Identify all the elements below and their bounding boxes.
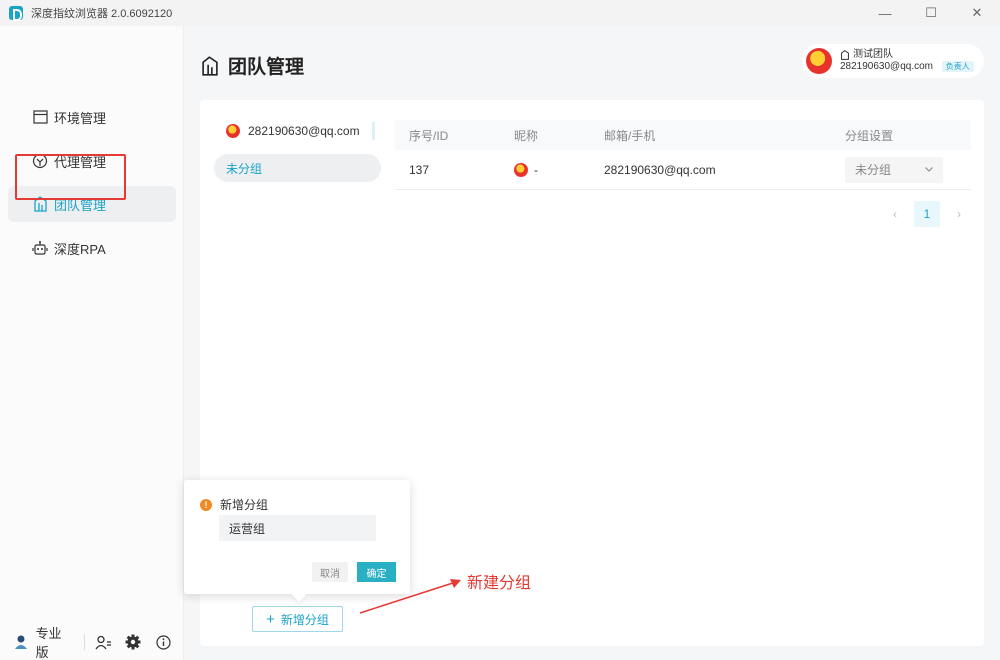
gear-icon[interactable] — [125, 633, 143, 651]
user-avatar-icon — [12, 633, 30, 651]
owner-email: 282190630@qq.com — [248, 124, 360, 138]
page-number-button[interactable]: 1 — [914, 201, 940, 227]
group-select-value: 未分组 — [855, 163, 892, 177]
team-name-row: 测试团队 — [840, 49, 974, 61]
column-header-group: 分组设置 — [845, 128, 894, 143]
sidebar-item-environment[interactable]: 环境管理 — [8, 99, 176, 135]
info-icon[interactable] — [154, 633, 172, 651]
cancel-button[interactable]: 取消 — [312, 562, 348, 582]
group-select[interactable]: 未分组 — [845, 156, 943, 183]
add-group-label: 新增分组 — [280, 612, 329, 627]
group-owner: 282190630@qq.com — [226, 122, 375, 140]
next-page-button[interactable]: › — [946, 201, 972, 227]
role-badge: 负责人 — [941, 61, 974, 72]
chevron-down-icon — [925, 167, 933, 172]
sidebar-item-label: 深度RPA — [54, 241, 106, 257]
prev-page-button[interactable]: ‹ — [882, 201, 908, 227]
sidebar-item-label: 环境管理 — [54, 110, 107, 126]
title-bar: 深度指纹浏览器 2.0.6092120 — ☐ ✕ — [0, 0, 1000, 26]
plus-icon: + — [266, 610, 275, 628]
window-controls: — ☐ ✕ — [862, 0, 1000, 26]
edition-label: 专业版 — [35, 626, 62, 660]
robot-icon — [32, 240, 48, 256]
warning-icon: ! — [200, 498, 212, 511]
page-title: 团队管理 — [200, 52, 304, 79]
pagination: ‹ 1 › — [876, 201, 972, 227]
sidebar-footer: 专业版 — [0, 624, 184, 660]
group-item-ungrouped[interactable]: 未分组 — [214, 154, 381, 182]
divider — [83, 634, 85, 650]
column-header-email: 邮箱/手机 — [604, 128, 656, 143]
user-card[interactable]: 测试团队 282190630@qq.com 负责人 — [802, 44, 984, 78]
table-header: 序号/ID 昵称 邮箱/手机 分组设置 — [395, 120, 971, 150]
members-table: 序号/ID 昵称 邮箱/手机 分组设置 137 - 282190630@qq.c… — [395, 120, 971, 190]
cell-email: 282190630@qq.com — [604, 162, 716, 177]
members-icon[interactable] — [95, 633, 113, 651]
divider — [371, 122, 375, 140]
annotation-arrow-icon — [359, 579, 461, 614]
page-title-text: 团队管理 — [228, 57, 305, 78]
app-logo-icon — [9, 6, 23, 21]
sidebar-item-rpa[interactable]: 深度RPA — [8, 230, 176, 266]
annotation-label: 新建分组 — [467, 575, 532, 592]
highlight-annotation-box — [15, 154, 126, 200]
table-row: 137 - 282190630@qq.com 未分组 — [395, 150, 971, 190]
user-email: 282190630@qq.com — [840, 61, 933, 72]
avatar — [226, 124, 240, 138]
cell-nickname: - — [514, 162, 604, 177]
column-header-nickname: 昵称 — [514, 128, 539, 143]
avatar — [514, 162, 528, 177]
cell-id: 137 — [409, 162, 430, 177]
popover-title: 新增分组 — [220, 498, 269, 512]
cell-group: 未分组 — [845, 156, 971, 183]
team-building-icon — [200, 55, 220, 76]
maximize-button[interactable]: ☐ — [908, 0, 954, 26]
column-header-id: 序号/ID — [409, 128, 449, 143]
minimize-button[interactable]: — — [862, 0, 908, 26]
nickname-text: - — [534, 162, 538, 177]
group-name-input[interactable] — [219, 515, 376, 541]
avatar — [806, 48, 832, 74]
add-group-button[interactable]: + 新增分组 — [252, 606, 343, 632]
team-building-icon — [841, 50, 849, 60]
popover-header: ! 新增分组 — [200, 496, 268, 513]
browser-window-icon — [32, 109, 48, 125]
user-info: 测试团队 282190630@qq.com 负责人 — [840, 49, 974, 73]
sidebar: 环境管理 代理管理 团队管理 深度RPA 专业版 — [0, 26, 184, 660]
app-title: 深度指纹浏览器 2.0.6092120 — [31, 8, 173, 20]
team-name: 测试团队 — [853, 49, 893, 60]
close-button[interactable]: ✕ — [954, 0, 1000, 26]
